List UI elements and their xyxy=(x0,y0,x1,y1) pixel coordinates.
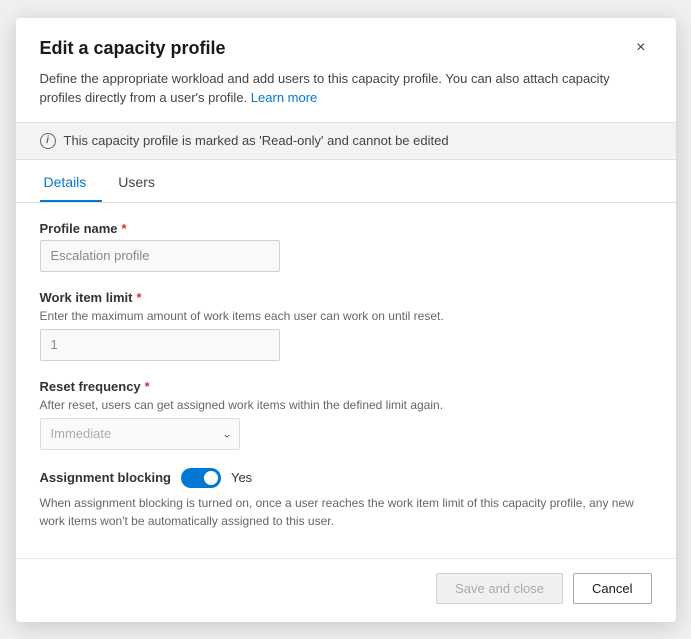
learn-more-link[interactable]: Learn more xyxy=(251,90,317,105)
profile-name-label: Profile name * xyxy=(40,221,652,236)
dialog-header: Edit a capacity profile × xyxy=(16,18,676,69)
tab-users[interactable]: Users xyxy=(114,164,171,202)
subtitle-text: Define the appropriate workload and add … xyxy=(40,71,610,106)
assignment-blocking-value: Yes xyxy=(231,470,252,485)
assignment-blocking-group: Assignment blocking Yes When assignment … xyxy=(40,468,652,530)
assignment-blocking-description: When assignment blocking is turned on, o… xyxy=(40,494,652,530)
profile-name-input[interactable] xyxy=(40,240,280,272)
assignment-blocking-row: Assignment blocking Yes xyxy=(40,468,652,488)
toggle-thumb xyxy=(204,471,218,485)
required-star-limit: * xyxy=(136,290,141,305)
save-and-close-button[interactable]: Save and close xyxy=(436,573,563,604)
work-item-limit-description: Enter the maximum amount of work items e… xyxy=(40,309,652,323)
dialog-title: Edit a capacity profile xyxy=(40,38,226,59)
dialog-body: Profile name * Work item limit * Enter t… xyxy=(16,203,676,558)
required-star-profile: * xyxy=(122,221,127,236)
profile-name-group: Profile name * xyxy=(40,221,652,272)
reset-frequency-label: Reset frequency * xyxy=(40,379,652,394)
dialog-subtitle: Define the appropriate workload and add … xyxy=(16,69,676,122)
reset-frequency-description: After reset, users can get assigned work… xyxy=(40,398,652,412)
reset-frequency-group: Reset frequency * After reset, users can… xyxy=(40,379,652,450)
edit-capacity-profile-dialog: Edit a capacity profile × Define the app… xyxy=(16,18,676,622)
cancel-button[interactable]: Cancel xyxy=(573,573,651,604)
required-star-reset: * xyxy=(145,379,150,394)
reset-frequency-select-wrapper: Immediate Hourly Daily Weekly ⌄ xyxy=(40,418,240,450)
work-item-limit-group: Work item limit * Enter the maximum amou… xyxy=(40,290,652,361)
work-item-limit-input[interactable] xyxy=(40,329,280,361)
tab-details[interactable]: Details xyxy=(40,164,103,202)
close-button[interactable]: × xyxy=(630,38,651,58)
readonly-banner: i This capacity profile is marked as 'Re… xyxy=(16,122,676,160)
tabs-container: Details Users xyxy=(16,164,676,203)
info-icon: i xyxy=(40,133,56,149)
readonly-text: This capacity profile is marked as 'Read… xyxy=(64,133,449,148)
assignment-blocking-label: Assignment blocking xyxy=(40,470,171,485)
reset-frequency-select[interactable]: Immediate Hourly Daily Weekly xyxy=(40,418,240,450)
assignment-blocking-toggle[interactable] xyxy=(181,468,221,488)
work-item-limit-label: Work item limit * xyxy=(40,290,652,305)
dialog-footer: Save and close Cancel xyxy=(16,558,676,622)
